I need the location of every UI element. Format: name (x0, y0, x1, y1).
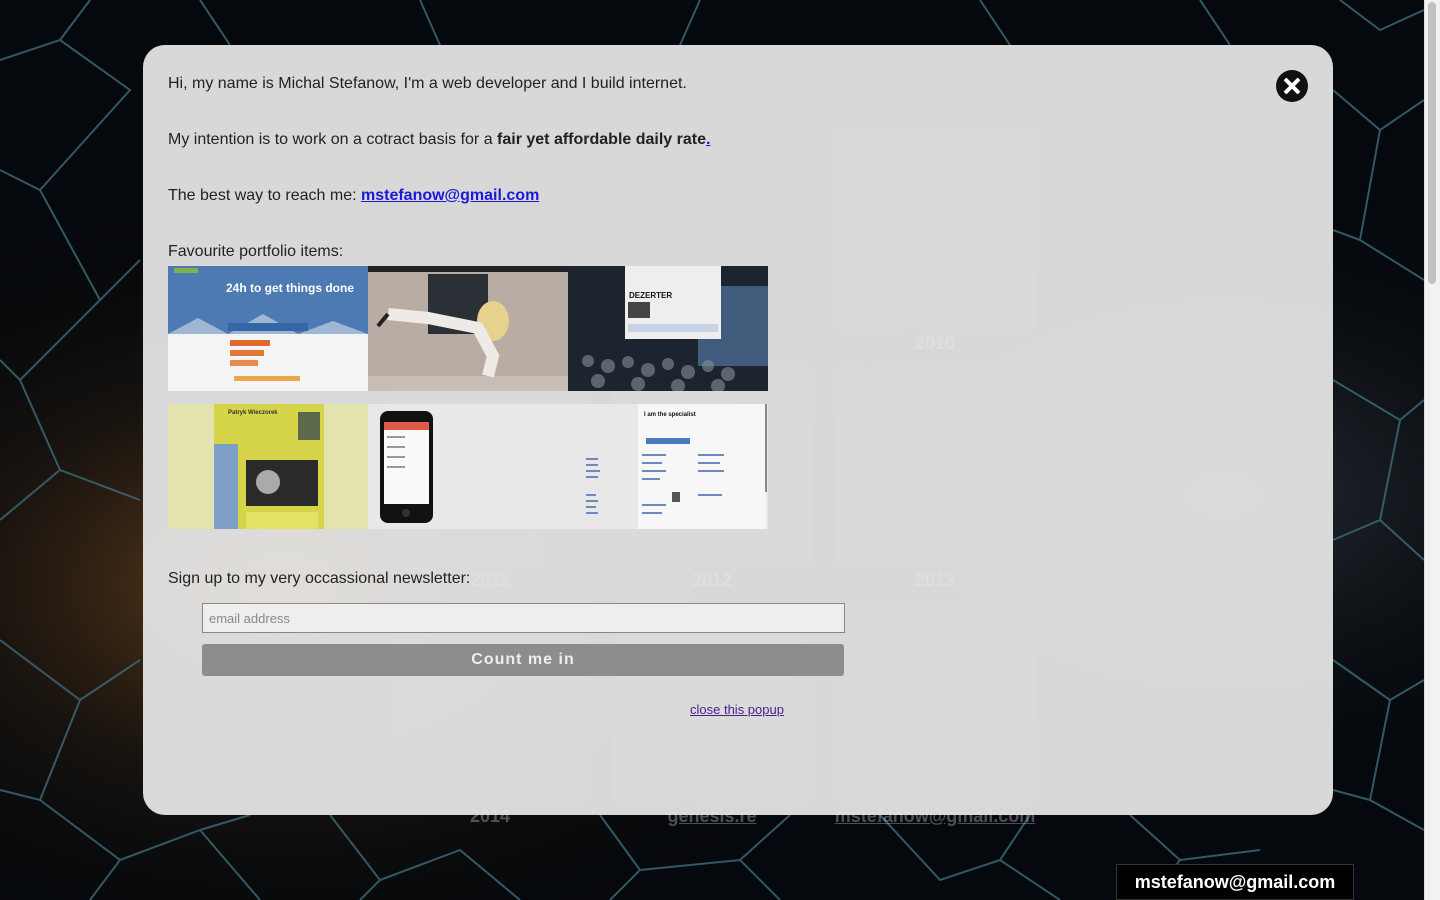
contact-email-link[interactable]: mstefanow@gmail.com (361, 187, 539, 204)
portfolio-item-dezerter[interactable]: DEZERTER (568, 266, 768, 391)
close-popup-link[interactable]: close this popup (690, 702, 784, 717)
portfolio-wieczorek-image: Patryk Wieczorek (168, 404, 368, 529)
portfolio-item-specialist[interactable]: I am the specialist (568, 404, 768, 529)
contact-prefix: The best way to reach me: (168, 187, 361, 204)
scrollbar-thumb[interactable] (1428, 2, 1436, 284)
portfolio-plank-image (368, 266, 568, 391)
portfolio-item-24h[interactable]: 24h to get things done (168, 266, 368, 391)
intro-text: Hi, my name is Michal Stefanow, I'm a we… (168, 75, 687, 92)
portfolio-specialist-image: I am the specialist (568, 404, 768, 529)
about-popup: Hi, my name is Michal Stefanow, I'm a we… (143, 45, 1333, 815)
rate-text: My intention is to work on a cotract bas… (168, 130, 710, 150)
page-scrollbar[interactable] (1424, 0, 1440, 900)
portfolio-item-plank[interactable] (368, 266, 568, 391)
rate-prefix: My intention is to work on a cotract bas… (168, 131, 498, 148)
contact-text: The best way to reach me: mstefanow@gmai… (168, 186, 539, 206)
portfolio-dezerter-image: DEZERTER (568, 266, 768, 391)
portfolio-item-wieczorek[interactable]: Patryk Wieczorek (168, 404, 368, 529)
portfolio-dezerter-title: DEZERTER (629, 291, 672, 300)
newsletter-submit-button[interactable]: Count me in (202, 644, 844, 676)
portfolio-item-mobile[interactable] (368, 404, 568, 529)
portfolio-heading: Favourite portfolio items: (168, 243, 344, 260)
rate-link[interactable]: . (706, 131, 710, 148)
portfolio-specialist-title: I am the specialist (644, 412, 696, 418)
portfolio-24h-image: 24h to get things done (168, 266, 368, 391)
portfolio-24h-title: 24h to get things done (226, 281, 354, 295)
portfolio-mobile-image (368, 404, 568, 529)
rate-bold: fair yet affordable daily rate (497, 131, 706, 148)
email-badge[interactable]: mstefanow@gmail.com (1116, 864, 1354, 900)
close-icon[interactable] (1276, 70, 1308, 102)
newsletter-email-input[interactable] (202, 603, 845, 633)
newsletter-heading: Sign up to my very occassional newslette… (168, 570, 471, 587)
portfolio-wieczorek-title: Patryk Wieczorek (228, 410, 278, 416)
